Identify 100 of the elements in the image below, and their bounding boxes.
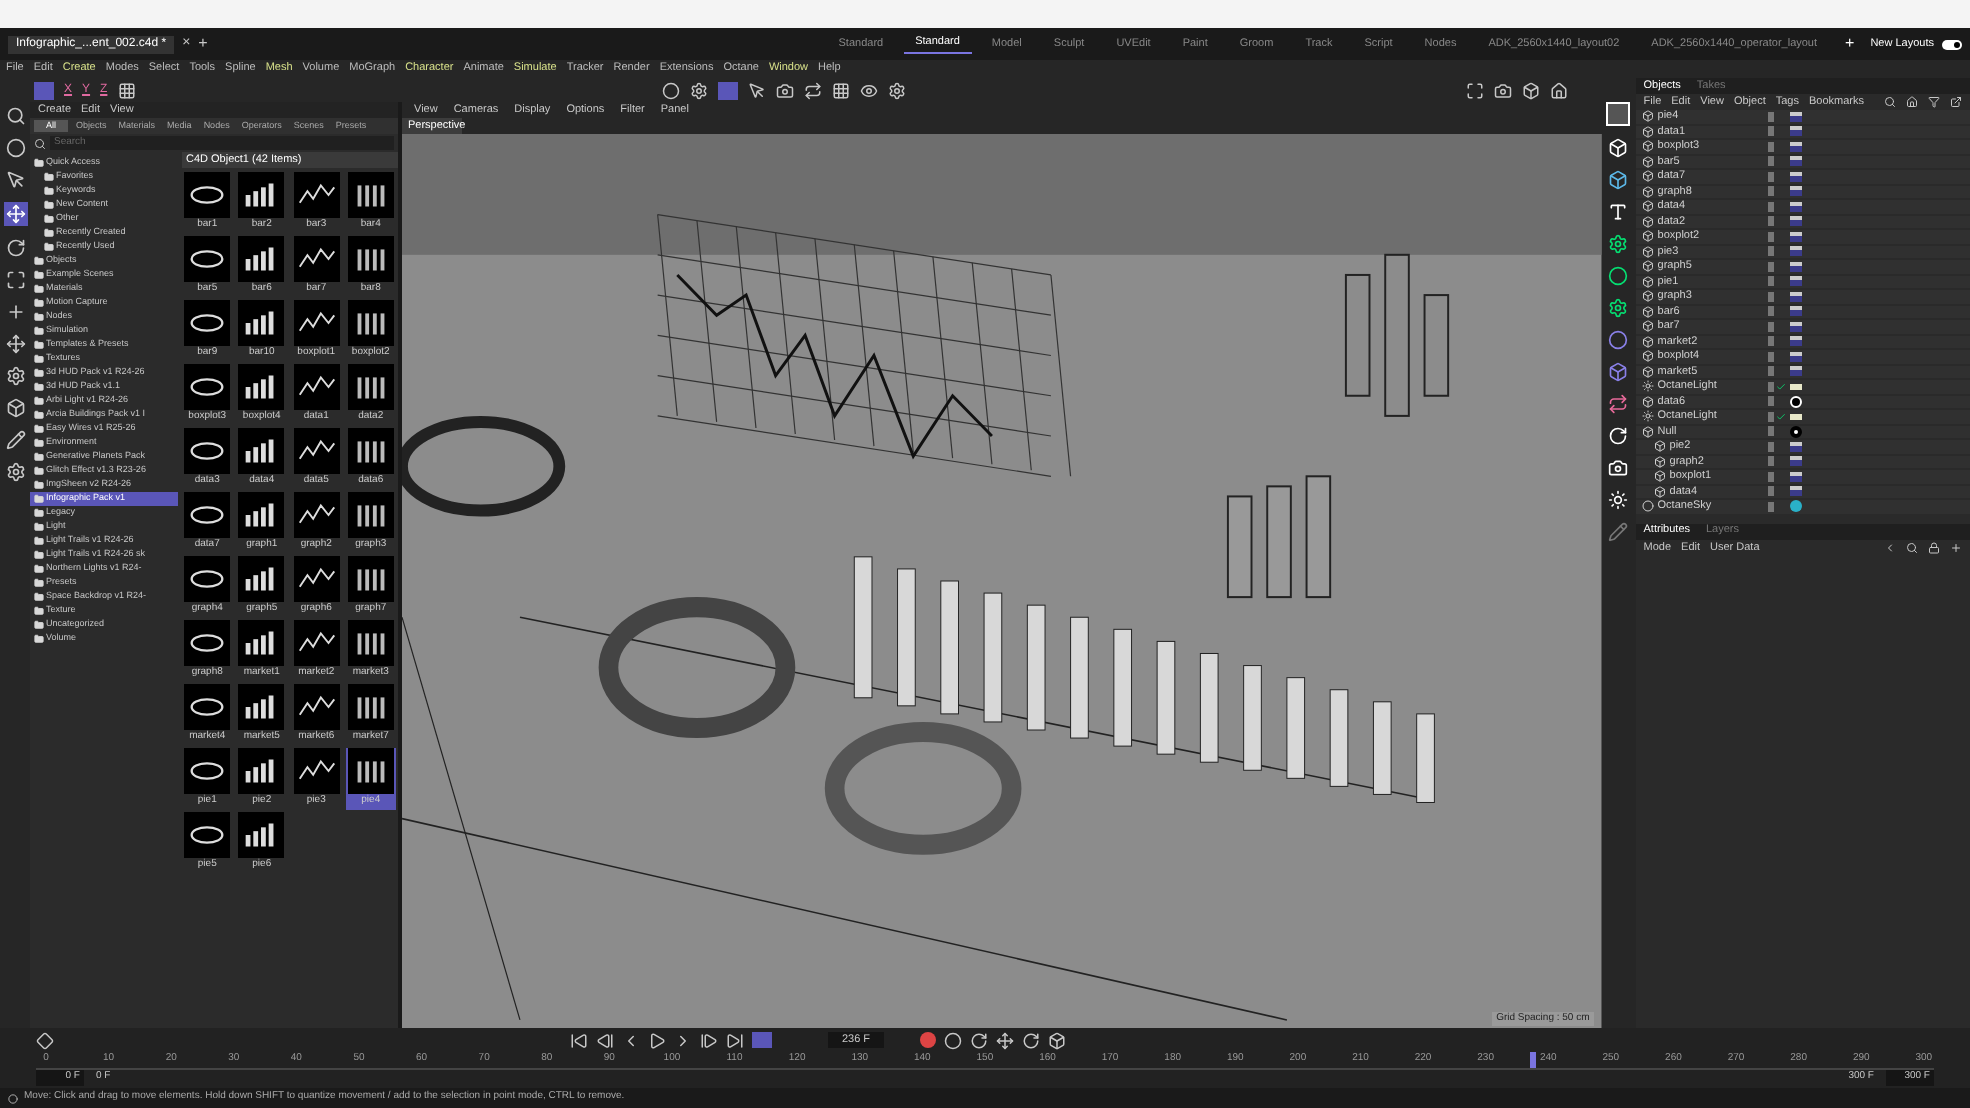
gear-icon[interactable]: [689, 81, 708, 99]
box-icon[interactable]: [1608, 170, 1629, 190]
light-icon[interactable]: [1608, 490, 1629, 510]
field-icon[interactable]: [1608, 362, 1629, 382]
add-point-icon[interactable]: [5, 302, 25, 322]
filter-icon[interactable]: [1928, 96, 1940, 108]
home-icon[interactable]: [1906, 96, 1918, 108]
rotate-icon[interactable]: [5, 238, 25, 258]
object-mode-button[interactable]: [717, 81, 738, 99]
folder-icon: [34, 592, 44, 602]
object-icon: [1641, 395, 1654, 408]
play-icon[interactable]: [648, 1031, 666, 1049]
autokey-icon[interactable]: [944, 1031, 962, 1049]
folder-icon: [34, 410, 44, 420]
thumbnail-image: [238, 428, 285, 474]
parameter-key-icon[interactable]: [1048, 1031, 1066, 1049]
previous-key-icon[interactable]: [596, 1031, 614, 1049]
folder-icon: [34, 466, 44, 476]
keyframe-selection-icon[interactable]: [970, 1031, 988, 1049]
cube-mode-button[interactable]: [34, 81, 54, 99]
coordinate-icon[interactable]: [117, 81, 136, 99]
thumbnail-image: [238, 556, 285, 602]
record-button[interactable]: [1606, 102, 1631, 126]
folder-icon: [34, 620, 44, 630]
position-key-icon[interactable]: [996, 1031, 1014, 1049]
lock-icon[interactable]: [1928, 542, 1940, 554]
polygon-icon[interactable]: [5, 398, 25, 418]
thumbnail-image: [238, 236, 285, 282]
thumbnail-image: [238, 492, 285, 538]
render-icon[interactable]: [1493, 81, 1512, 99]
render-region-icon[interactable]: [1465, 81, 1484, 99]
grid-icon[interactable]: [831, 81, 850, 99]
sky-tag-icon[interactable]: [1789, 500, 1802, 513]
add-layout-button[interactable]: +: [1837, 32, 1863, 56]
folder-icon: [34, 326, 44, 336]
snap-icon[interactable]: [661, 81, 680, 99]
render-settings-icon[interactable]: [1521, 81, 1540, 99]
gear-icon[interactable]: [1608, 298, 1629, 318]
cloner-icon[interactable]: [1608, 266, 1629, 286]
folder-icon: [34, 494, 44, 504]
spline-icon[interactable]: [1608, 394, 1629, 414]
thumbnail-image: [347, 172, 394, 218]
folder-icon: [34, 298, 44, 308]
brush-icon[interactable]: [5, 430, 25, 450]
thumbnail-image: [238, 812, 285, 858]
keyframe-icon[interactable]: [36, 1031, 54, 1049]
rotation-key-icon[interactable]: [1022, 1031, 1040, 1049]
folder-icon: [34, 536, 44, 546]
pointer-icon[interactable]: [747, 81, 766, 99]
next-key-icon[interactable]: [700, 1031, 718, 1049]
thumbnail-image: [347, 364, 394, 410]
pointer-icon[interactable]: [5, 170, 25, 190]
text-icon[interactable]: [1608, 202, 1629, 222]
previous-frame-icon[interactable]: [622, 1031, 640, 1049]
folder-icon: [34, 424, 44, 434]
pencil-icon[interactable]: [1608, 522, 1629, 542]
folder-icon: [34, 340, 44, 350]
search-icon[interactable]: [5, 106, 25, 126]
light-icon: [1641, 410, 1654, 423]
thumbnail-image: [293, 748, 340, 794]
live-selection-icon[interactable]: [5, 138, 25, 158]
toggle-switch[interactable]: [1942, 39, 1962, 49]
back-icon[interactable]: [1884, 542, 1896, 554]
gear-icon[interactable]: [5, 366, 25, 386]
light-tag-icon[interactable]: [1789, 413, 1802, 420]
thumbnail-image: [184, 236, 231, 282]
playhead[interactable]: [1529, 1052, 1536, 1068]
tweak-icon[interactable]: [5, 462, 25, 482]
eye-icon[interactable]: [859, 81, 878, 99]
popout-icon[interactable]: [1950, 96, 1962, 108]
folder-icon: [34, 368, 44, 378]
new-tab-button[interactable]: +: [198, 32, 208, 56]
generator-icon[interactable]: [1608, 234, 1629, 254]
add-icon[interactable]: [1950, 542, 1962, 554]
loop-icon[interactable]: [803, 81, 822, 99]
first-frame-icon[interactable]: [570, 1031, 588, 1049]
last-frame-icon[interactable]: [726, 1031, 744, 1049]
settings-icon[interactable]: [887, 81, 906, 99]
thumbnail-image: [238, 364, 285, 410]
folder-icon: [34, 396, 44, 406]
thumbnail-image: [184, 172, 231, 218]
thumbnail-image: [347, 300, 394, 346]
thumbnail-image: [293, 556, 340, 602]
thumbnail-image: [293, 236, 340, 282]
light-tag-icon[interactable]: [1789, 383, 1802, 390]
thumbnail-image: [293, 684, 340, 730]
search-icon[interactable]: [1884, 96, 1896, 108]
deformer-icon[interactable]: [1608, 330, 1629, 350]
scale-icon[interactable]: [5, 270, 25, 290]
light-icon: [1641, 380, 1654, 393]
transform-icon[interactable]: [5, 334, 25, 354]
dial-icon[interactable]: [1608, 426, 1629, 446]
cube-icon[interactable]: [1608, 138, 1629, 158]
thumbnail-image: [347, 492, 394, 538]
folder-icon: [34, 508, 44, 518]
next-frame-icon[interactable]: [674, 1031, 692, 1049]
folder-icon: [44, 172, 54, 182]
search-icon[interactable]: [1906, 542, 1918, 554]
camera-icon[interactable]: [775, 81, 794, 99]
move-tool-button[interactable]: [3, 202, 27, 226]
